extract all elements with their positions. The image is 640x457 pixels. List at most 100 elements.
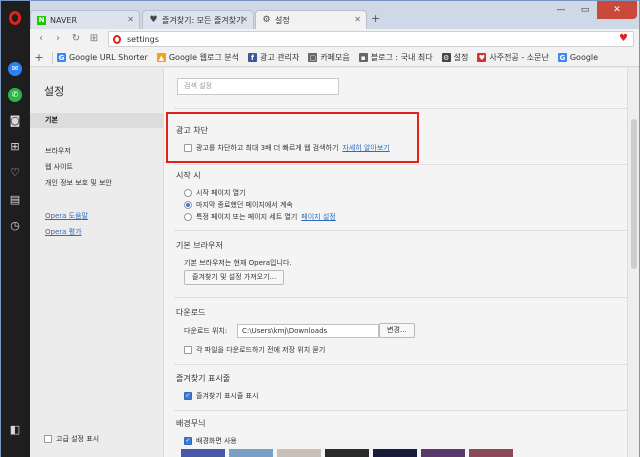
radio-button[interactable]: [184, 213, 192, 221]
close-window-icon[interactable]: ✕: [597, 1, 637, 19]
bookmark-label: 블로그 : 국내 최다: [370, 53, 433, 62]
new-tab-icon[interactable]: +: [371, 12, 380, 25]
set-pages-link[interactable]: 페이지 설정: [301, 212, 335, 222]
back-icon[interactable]: ‹: [34, 31, 48, 45]
browser-window: ✉ ✆ ◙ ⊞ ♡ ▤ ◷ ◧ N NAVER ✕ ♥ 즐겨찾기: 모든 즐겨찾…: [0, 0, 640, 457]
bookmark-label: Google 웹로그 분석: [168, 53, 239, 62]
downloads-title: 다운로드: [176, 308, 206, 317]
bookmark-item[interactable]: f 광고 관리자: [247, 52, 300, 63]
default-browser-status: 기본 브라우저는 현재 Opera입니다.: [184, 259, 292, 267]
wallpaper-swatch[interactable]: [229, 449, 273, 457]
address-bar[interactable]: settings ♥: [108, 31, 634, 47]
bookmark-favicon-icon: ▲: [156, 53, 166, 62]
tab-naver[interactable]: N NAVER ✕: [30, 10, 140, 29]
bookmark-label: 설정: [453, 53, 469, 62]
bookmark-favicon-icon: ▪: [358, 53, 368, 62]
speed-dial-icon[interactable]: ⊞: [8, 139, 22, 153]
bookmark-item[interactable]: ▢ 카페모음: [308, 52, 350, 63]
bookmark-label: 광고 관리자: [259, 53, 300, 62]
wallpaper-swatch[interactable]: [325, 449, 369, 457]
gear-icon: ⚙: [262, 15, 271, 25]
heart-icon: ♥: [149, 15, 158, 25]
bookmark-label: Google: [569, 53, 599, 62]
bookmark-heart-icon[interactable]: ♥: [619, 33, 628, 44]
bookmark-favicon-icon: f: [247, 53, 257, 62]
show-bookmarks-bar-checkbox[interactable]: ✓: [184, 392, 192, 400]
camera-icon[interactable]: ◙: [8, 113, 22, 127]
change-location-button[interactable]: 변경...: [379, 323, 415, 338]
sidebar-item-browser[interactable]: 브라우저: [30, 144, 164, 159]
download-location-label: 다운로드 위치:: [184, 327, 228, 335]
ask-location-checkbox[interactable]: [184, 346, 192, 354]
startup-option-continue[interactable]: 마지막 종료했던 페이지에서 계속: [184, 200, 293, 210]
use-wallpaper-row[interactable]: ✓ 배경화면 사용: [184, 436, 237, 446]
startup-option-start-page[interactable]: 시작 페이지 열기: [184, 188, 246, 198]
tab-label: 즐겨찾기: 모든 즐겨찾기: [162, 15, 244, 25]
bookmark-favicon-icon: G: [57, 53, 66, 62]
divider: [174, 410, 629, 411]
radio-button[interactable]: [184, 201, 192, 209]
scrollbar-thumb[interactable]: [631, 119, 637, 269]
default-browser-text: 기본 브라우저는 현재 Opera입니다.: [184, 258, 292, 268]
sidebar-toggle-icon[interactable]: ◧: [8, 422, 22, 436]
divider: [174, 108, 629, 109]
wallpaper-swatch[interactable]: [277, 449, 321, 457]
bookmark-item[interactable]: ⚙ 설정: [441, 52, 469, 63]
bookmark-label: 사주전공 - 소문난: [489, 53, 549, 62]
option-label: 시작 페이지 열기: [196, 189, 246, 197]
advanced-settings-toggle[interactable]: 고급 설정 표시: [44, 434, 99, 444]
wallpaper-swatch[interactable]: [469, 449, 513, 457]
add-bookmark-icon[interactable]: +: [30, 51, 48, 64]
bookmark-list: G Google URL Shorter ▲ Google 웹로그 분석 f 광고 관리자…: [57, 52, 607, 63]
settings-title: 설정: [44, 85, 65, 98]
show-bookmarks-bar-row[interactable]: ✓ 즐겨찾기 표시줄 표시: [184, 391, 258, 401]
tab-strip: N NAVER ✕ ♥ 즐겨찾기: 모든 즐겨찾기 ✕ ⚙ 설정 ✕ + — ▭…: [30, 1, 639, 29]
close-tab-icon[interactable]: ✕: [354, 15, 361, 24]
wallpaper-swatch[interactable]: [373, 449, 417, 457]
use-wallpaper-checkbox[interactable]: ✓: [184, 437, 192, 445]
messenger-icon[interactable]: ✉: [8, 62, 22, 76]
sidebar-item-privacy[interactable]: 개인 정보 보호 및 보안: [30, 176, 164, 191]
rate-opera-link[interactable]: Opera 평가: [45, 227, 82, 237]
tab-bookmarks[interactable]: ♥ 즐겨찾기: 모든 즐겨찾기 ✕: [142, 10, 254, 29]
forward-icon[interactable]: ›: [51, 31, 65, 45]
search-input[interactable]: 검색 설정: [177, 78, 339, 95]
radio-button[interactable]: [184, 189, 192, 197]
opera-help-link[interactable]: Opera 도움말: [45, 211, 88, 221]
bookmark-label: Google URL Shorter: [69, 53, 148, 62]
speed-dial-grid-icon[interactable]: ⊞: [87, 31, 101, 45]
download-location-label-row: 다운로드 위치:: [184, 326, 227, 336]
close-tab-icon[interactable]: ✕: [127, 15, 134, 24]
ask-location-row[interactable]: 각 파일을 다운로드하기 전에 저장 위치 묻기: [184, 345, 325, 355]
wallpaper-swatch[interactable]: [421, 449, 465, 457]
divider: [52, 51, 53, 64]
bookmark-item[interactable]: ▪ 블로그 : 국내 최다: [358, 52, 433, 63]
tab-settings[interactable]: ⚙ 설정 ✕: [255, 10, 367, 29]
minimize-icon[interactable]: —: [549, 1, 573, 19]
close-tab-icon[interactable]: ✕: [241, 15, 248, 24]
naver-icon: N: [37, 15, 46, 25]
sidebar-item-basic[interactable]: 기본: [30, 113, 164, 128]
import-bookmarks-button[interactable]: 즐겨찾기 및 설정 가져오기...: [184, 270, 285, 285]
history-clock-icon[interactable]: ◷: [8, 218, 22, 232]
highlight-box: [166, 112, 419, 163]
opera-logo-icon[interactable]: [9, 11, 21, 25]
whatsapp-icon[interactable]: ✆: [8, 88, 22, 102]
bookmark-item[interactable]: ▲ Google 웹로그 분석: [156, 52, 239, 63]
reload-icon[interactable]: ↻: [69, 31, 83, 45]
wallpaper-swatch[interactable]: [181, 449, 225, 457]
startup-title: 시작 시: [176, 171, 201, 180]
divider: [174, 364, 629, 365]
bookmarks-heart-icon[interactable]: ♡: [8, 165, 22, 179]
maximize-icon[interactable]: ▭: [573, 1, 597, 19]
window-controls: — ▭ ✕: [549, 1, 637, 19]
bookmark-item[interactable]: G Google: [557, 53, 599, 62]
bookmark-item[interactable]: G Google URL Shorter: [57, 53, 148, 62]
startup-option-specific-pages[interactable]: 특정 페이지 또는 페이지 세트 열기 페이지 설정: [184, 212, 336, 222]
advanced-checkbox[interactable]: [44, 435, 52, 443]
sidebar-item-websites[interactable]: 웹 사이트: [30, 160, 164, 175]
bookmark-item[interactable]: ♥ 사주전공 - 소문난: [477, 52, 549, 63]
news-icon[interactable]: ▤: [8, 192, 22, 206]
download-path-field[interactable]: C:\Users\kmj\Downloads: [237, 324, 379, 338]
scrollbar[interactable]: [627, 68, 639, 457]
